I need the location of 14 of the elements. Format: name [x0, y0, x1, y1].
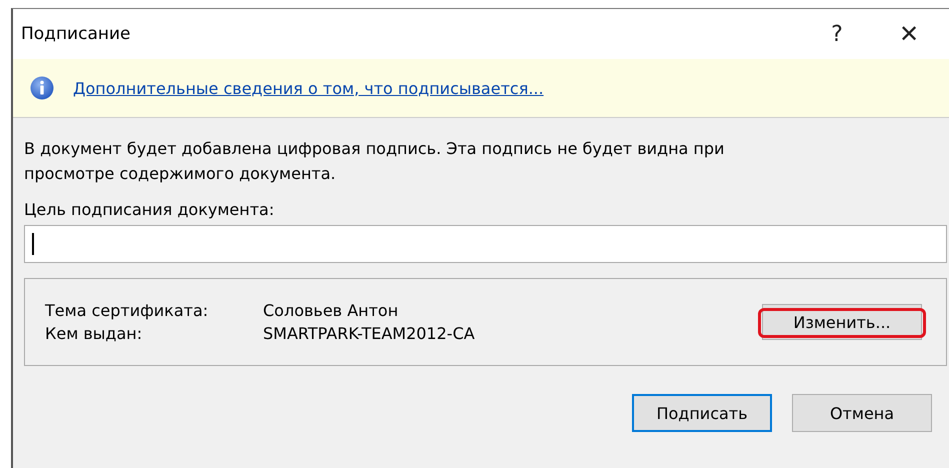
dialog-button[interactable]: Отмена [792, 394, 932, 432]
purpose-input-field[interactable] [24, 225, 947, 263]
certificate-label: Тема сертификата: [45, 301, 210, 320]
info-icon [30, 76, 54, 100]
more-info-link[interactable]: Дополнительные сведения о том, что подписывается... [73, 78, 544, 98]
purpose-label: Цель подписания документа: [24, 200, 276, 219]
close-button[interactable]: ✕ [869, 12, 949, 56]
dialog-button[interactable]: Подписать [632, 394, 772, 432]
help-button[interactable]: ? [805, 12, 869, 56]
description-text: В документ будет добавлена цифровая подпись. Эта подпись не будет видна при просмотре содержимого документа. [24, 138, 726, 185]
window-title: Подписание [21, 24, 132, 44]
certificate-label: Кем выдан: [45, 324, 144, 343]
certificate-value: SMARTPARK-TEAM2012-CA [263, 324, 475, 343]
certificate-value: Соловьев Антон [263, 301, 400, 320]
